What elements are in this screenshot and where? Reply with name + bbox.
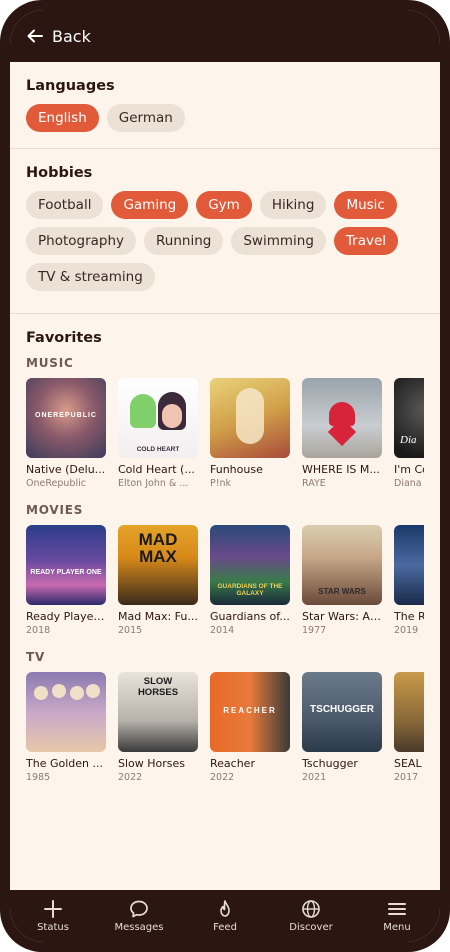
nav-discover[interactable]: Discover [271, 899, 351, 933]
album-cover [302, 378, 382, 458]
chip-hiking[interactable]: Hiking [259, 191, 327, 219]
nav-menu[interactable]: Menu [357, 899, 437, 933]
tv-card[interactable]: REACHER Reacher 2022 [210, 672, 290, 783]
chip-english[interactable]: English [26, 104, 99, 132]
phone-frame: Back Languages English German Hobbies Fo… [0, 0, 450, 952]
chat-icon [130, 900, 148, 918]
tv-poster: SLOW HORSES [118, 672, 198, 752]
movie-poster: MAD MAX [118, 525, 198, 605]
tv-poster [26, 672, 106, 752]
chip-gaming[interactable]: Gaming [111, 191, 189, 219]
chip-gym[interactable]: Gym [196, 191, 252, 219]
hobbies-chips: Football Gaming Gym Hiking Music Photogr… [26, 191, 424, 291]
album-cover: ONEREPUBLIC [26, 378, 106, 458]
favorites-section: Favorites MUSIC ONEREPUBLIC Native (Delu… [10, 314, 440, 783]
movie-card[interactable]: MAD MAX Mad Max: Fu... 2015 [118, 525, 198, 636]
music-label: MUSIC [26, 356, 74, 370]
album-cover [210, 378, 290, 458]
back-label: Back [52, 26, 91, 46]
chip-running[interactable]: Running [144, 227, 224, 255]
profile-content[interactable]: Languages English German Hobbies Footbal… [10, 62, 440, 890]
flame-icon [220, 900, 230, 917]
movie-card[interactable]: STAR WARS Star Wars: A ... 1977 [302, 525, 382, 636]
plus-icon [44, 900, 62, 918]
nav-feed[interactable]: Feed [185, 899, 265, 933]
back-button[interactable]: Back [26, 27, 91, 46]
movie-card[interactable]: READY PLAYER ONE Ready Player... 2018 [26, 525, 106, 636]
chip-swimming[interactable]: Swimming [231, 227, 326, 255]
chip-music[interactable]: Music [334, 191, 397, 219]
nav-messages[interactable]: Messages [99, 899, 179, 933]
music-card[interactable]: WHERE IS M... RAYE [302, 378, 382, 489]
menu-icon [388, 903, 406, 915]
tv-card[interactable]: SLOW HORSES Slow Horses 2022 [118, 672, 198, 783]
hobbies-title: Hobbies [26, 165, 93, 181]
arrow-left-icon [27, 29, 43, 43]
music-card[interactable]: COLD HEART Cold Heart (... Elton John & … [118, 378, 198, 489]
tv-label: TV [26, 650, 46, 664]
movie-card[interactable]: The R 2019 [394, 525, 424, 636]
screen: Back Languages English German Hobbies Fo… [10, 10, 440, 942]
hobbies-section: Hobbies Football Gaming Gym Hiking Music… [10, 149, 440, 314]
tv-poster: REACHER [210, 672, 290, 752]
tv-row[interactable]: The Golden ... 1985 SLOW HORSES Slow Hor… [26, 672, 424, 783]
tv-card[interactable]: SEAL 2017 [394, 672, 424, 783]
tv-poster: TSCHUGGER [302, 672, 382, 752]
movie-card[interactable]: GUARDIANS OF THE GALAXY Guardians of... … [210, 525, 290, 636]
top-bar: Back [10, 10, 440, 62]
globe-icon [302, 900, 320, 918]
tv-card[interactable]: TSCHUGGER Tschugger 2021 [302, 672, 382, 783]
languages-chips: English German [26, 104, 424, 132]
languages-section: Languages English German [10, 62, 440, 149]
music-card[interactable]: Funhouse P!nk [210, 378, 290, 489]
chip-tv-streaming[interactable]: TV & streaming [26, 263, 155, 291]
movie-poster: GUARDIANS OF THE GALAXY [210, 525, 290, 605]
chip-photography[interactable]: Photography [26, 227, 137, 255]
tv-poster [394, 672, 424, 752]
movie-poster: STAR WARS [302, 525, 382, 605]
music-card[interactable]: Dia I'm Co Diana [394, 378, 424, 489]
favorites-title: Favorites [26, 330, 102, 346]
chip-travel[interactable]: Travel [333, 227, 399, 255]
movies-row[interactable]: READY PLAYER ONE Ready Player... 2018 MA… [26, 525, 424, 636]
languages-title: Languages [26, 78, 115, 94]
album-cover: COLD HEART [118, 378, 198, 458]
music-card[interactable]: ONEREPUBLIC Native (Delu... OneRepublic [26, 378, 106, 489]
album-cover: Dia [394, 378, 424, 458]
movies-label: MOVIES [26, 503, 84, 517]
music-row[interactable]: ONEREPUBLIC Native (Delu... OneRepublic … [26, 378, 424, 489]
chip-german[interactable]: German [106, 104, 185, 132]
bottom-nav: Status Messages Feed Discover Menu [10, 890, 440, 942]
nav-status[interactable]: Status [13, 899, 93, 933]
tv-card[interactable]: The Golden ... 1985 [26, 672, 106, 783]
movie-poster: READY PLAYER ONE [26, 525, 106, 605]
movie-poster [394, 525, 424, 605]
chip-football[interactable]: Football [26, 191, 104, 219]
